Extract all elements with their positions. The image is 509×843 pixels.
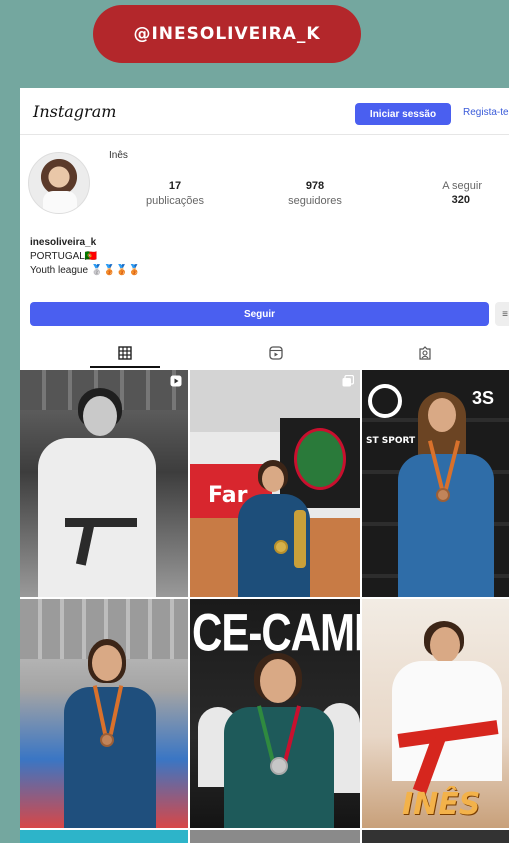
multi-icon [342, 375, 354, 387]
following-count-value: 320 [451, 194, 470, 206]
posts-count-value: 17 [168, 180, 182, 192]
post-overlay-text: INÊS [402, 787, 481, 822]
follow-button[interactable]: Seguir [30, 302, 489, 326]
post-overlay-text: ST SPORT [366, 436, 416, 446]
profile-tabs [20, 338, 509, 368]
login-button[interactable]: Iniciar sessão [355, 103, 451, 125]
post-tile[interactable] [362, 830, 509, 843]
post-tile[interactable]: ST SPORT 3S [362, 370, 509, 597]
post-tile[interactable] [190, 830, 360, 843]
avatar[interactable] [28, 152, 90, 214]
post-tile[interactable]: INÊS [362, 599, 509, 828]
posts-count-label: publicações [145, 195, 205, 207]
followers-count[interactable]: 978 seguidores [270, 180, 360, 207]
followers-count-label: seguidores [288, 195, 342, 207]
followers-count-value: 978 [305, 180, 325, 192]
signup-link[interactable]: Regista-te [463, 107, 509, 118]
reels-icon[interactable] [266, 344, 286, 362]
more-options-button[interactable]: ≡ [495, 302, 509, 326]
post-tile[interactable] [20, 370, 188, 597]
grid-icon[interactable] [115, 344, 135, 362]
tagged-icon[interactable] [415, 344, 435, 362]
sponsor-text: 3S [472, 388, 495, 408]
post-tile[interactable]: CE-CAMPE [190, 599, 360, 828]
active-tab-indicator [90, 366, 160, 368]
reel-icon [170, 375, 182, 387]
posts-grid: Far ST SPORT 3S CE-CAM INÊS [20, 370, 509, 843]
display-name: Inês [109, 150, 128, 161]
top-bar: Instagram Iniciar sessão Regista-te [20, 88, 509, 135]
bio-line-2: Youth league 🥈🥉🥉🥉 [30, 265, 141, 276]
instagram-logo[interactable]: Instagram [33, 102, 116, 121]
following-count-label: A seguir [442, 180, 482, 192]
bio: inesoliveira_k PORTUGAL🇵🇹 Youth league 🥈… [30, 236, 141, 278]
posts-count: 17 publicações [130, 180, 220, 207]
post-tile[interactable] [20, 830, 188, 843]
username: inesoliveira_k [30, 237, 97, 248]
post-overlay-text: Far [208, 483, 248, 508]
post-tile[interactable] [20, 599, 188, 828]
following-count[interactable]: A seguir 320 [392, 180, 482, 209]
instagram-profile-card: Instagram Iniciar sessão Regista-te Inês… [20, 88, 509, 843]
bio-line-1: PORTUGAL🇵🇹 [30, 251, 98, 262]
handle-pill: @INESOLIVEIRA_K [93, 5, 361, 63]
post-tile[interactable]: Far [190, 370, 360, 597]
